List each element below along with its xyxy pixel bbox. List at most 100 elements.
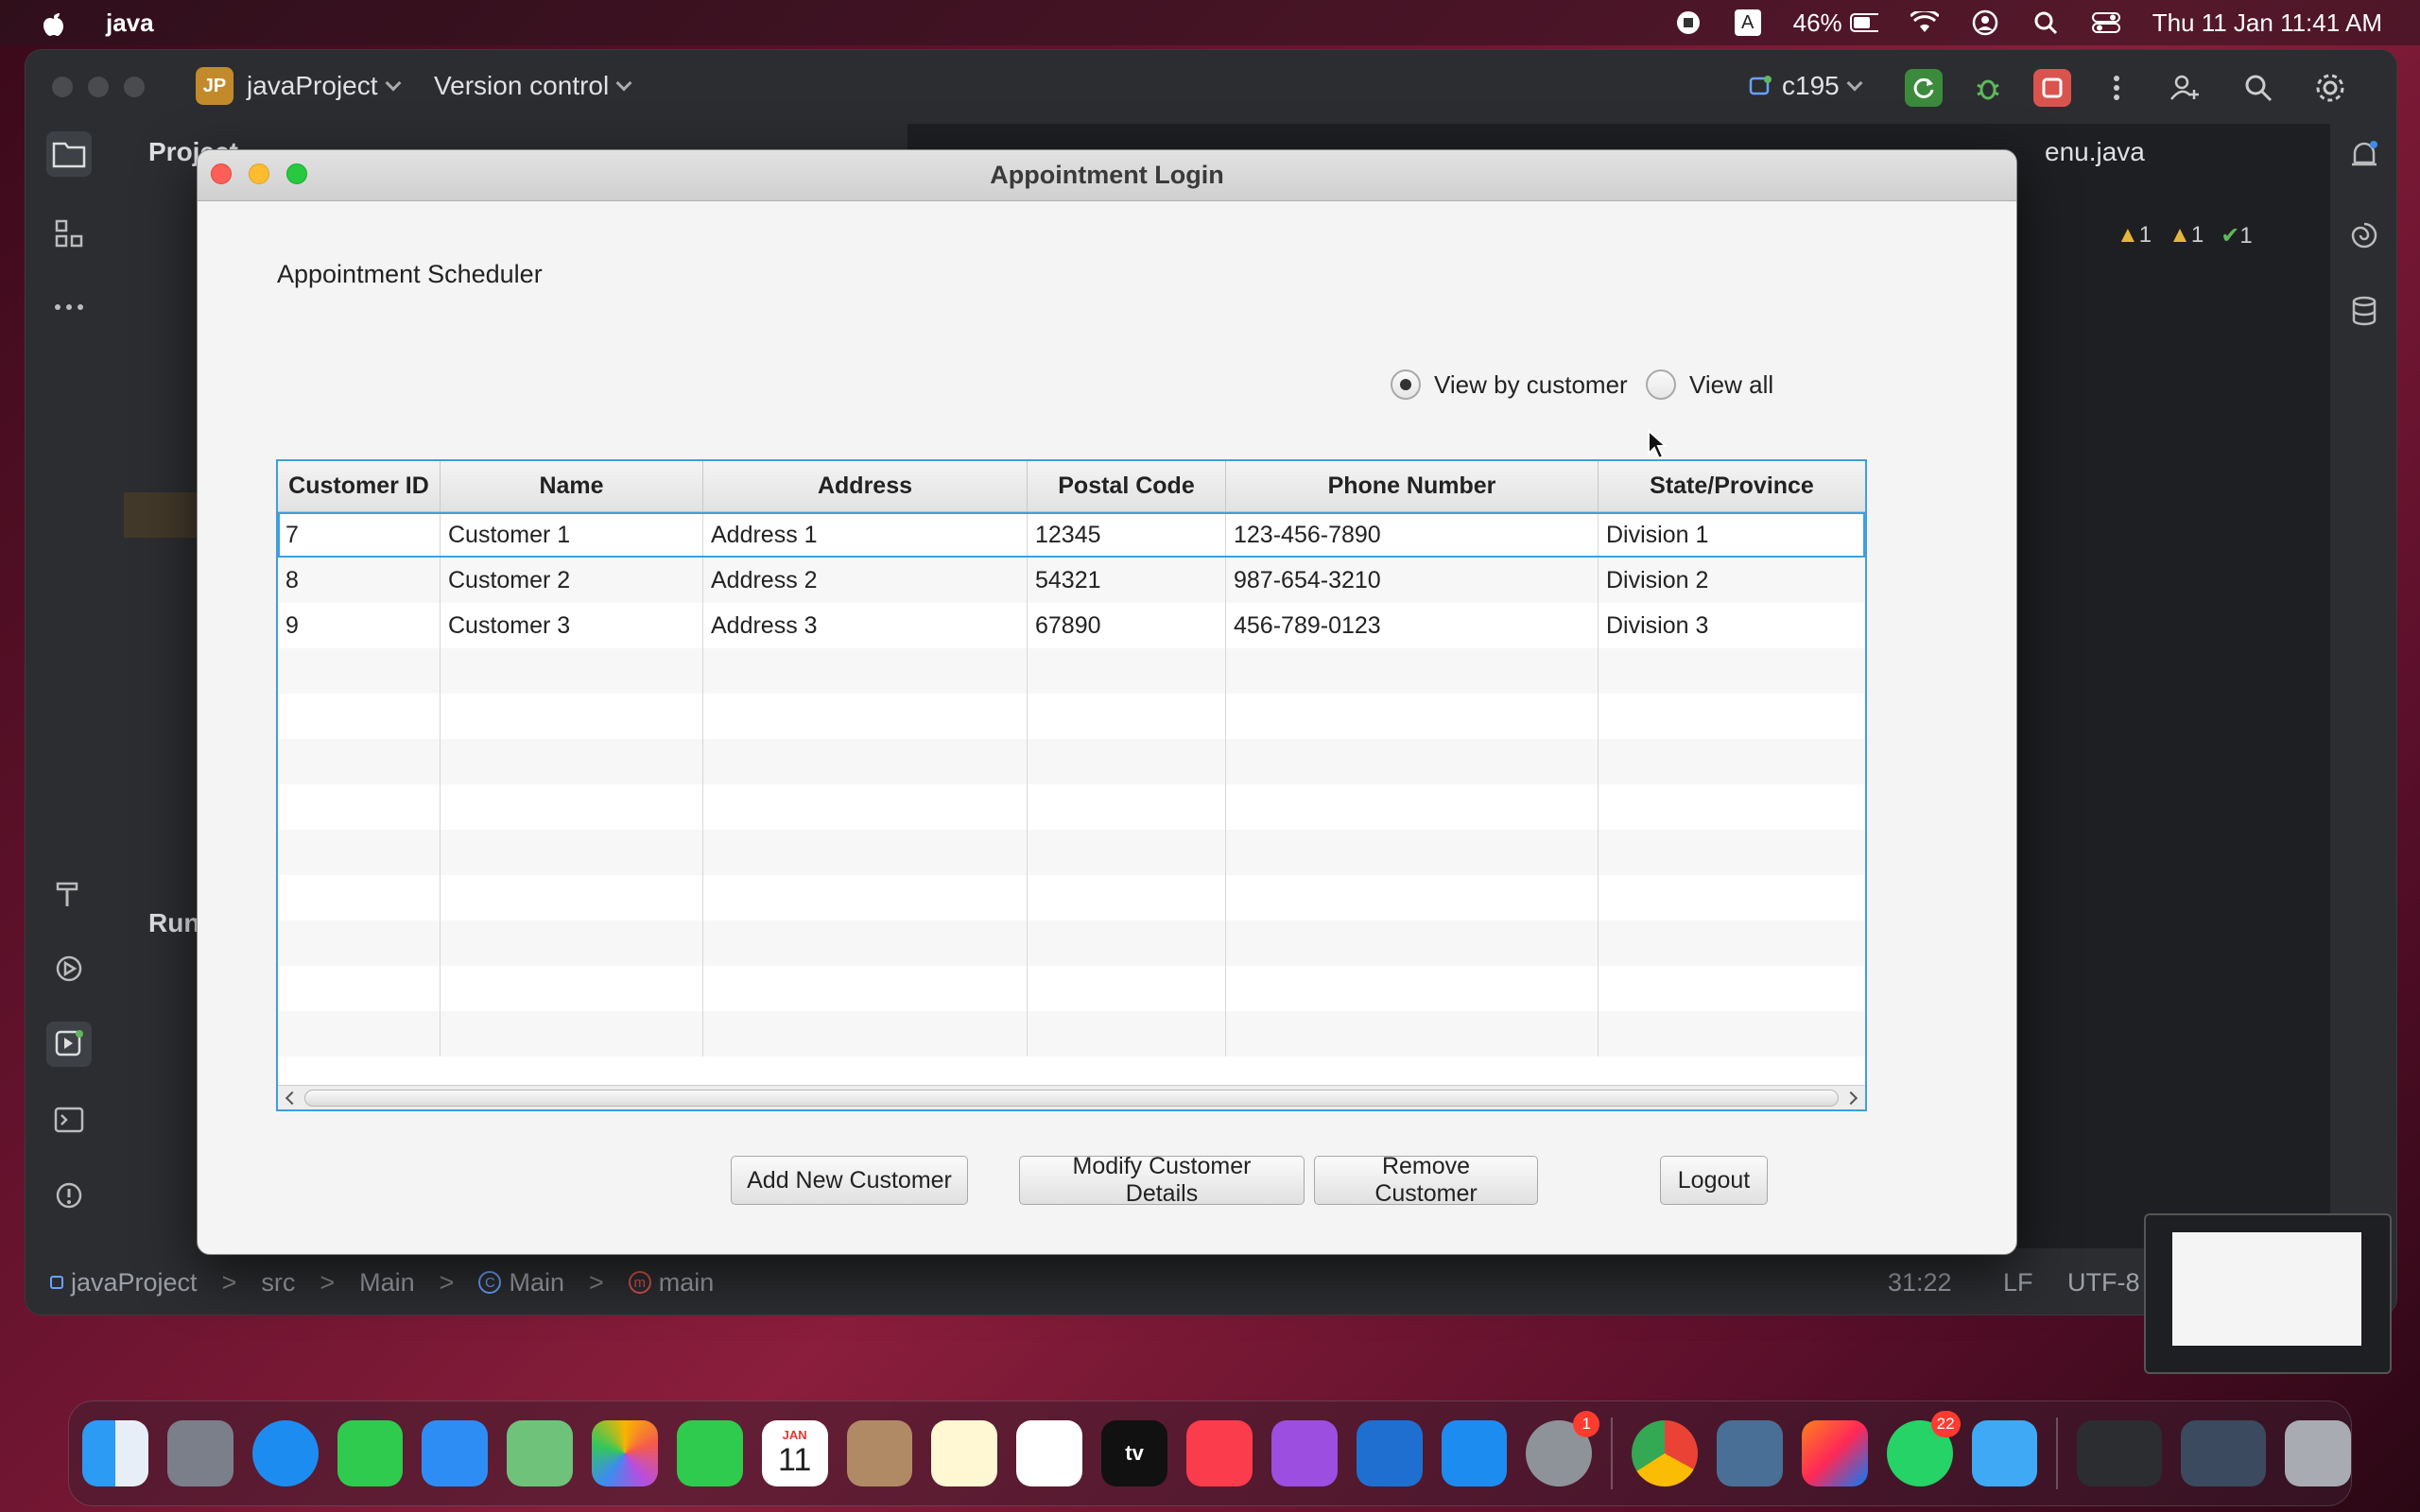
breadcrumb-class[interactable]: Main (509, 1268, 564, 1297)
safari-app-icon[interactable] (251, 1420, 319, 1486)
run-tool-button[interactable] (46, 1022, 92, 1067)
dialog-minimize-button[interactable] (249, 163, 269, 184)
cursor-position[interactable]: 31:22 (1888, 1268, 1952, 1297)
column-header-address[interactable]: Address (703, 461, 1028, 511)
spotlight-search-icon[interactable] (2031, 9, 2060, 36)
inspection-widget[interactable]: ▲1 ▲1 ✔1 (2117, 222, 2253, 249)
minimized-window-2[interactable] (2181, 1420, 2267, 1486)
remove-customer-button[interactable]: Remove Customer (1314, 1153, 1538, 1207)
breadcrumb-project[interactable]: javaProject (71, 1268, 198, 1297)
structure-tool-button[interactable] (46, 211, 92, 256)
control-center-icon[interactable] (2091, 9, 2120, 36)
more-actions-button[interactable] (2098, 69, 2135, 107)
trash-app-icon[interactable] (2285, 1420, 2351, 1486)
add-user-button[interactable] (2166, 69, 2204, 107)
ide-minimize-button[interactable] (88, 77, 109, 97)
rerun-button[interactable] (1905, 69, 1943, 107)
scroll-right-icon[interactable] (1843, 1091, 1858, 1106)
launchpad-app-icon[interactable] (166, 1420, 233, 1486)
line-separator[interactable]: LF (2003, 1268, 2033, 1297)
app-store-app-icon[interactable] (1441, 1420, 1508, 1486)
database-button[interactable] (2342, 288, 2387, 334)
project-selector[interactable]: javaProject (247, 71, 402, 101)
breadcrumb-src[interactable]: src (261, 1268, 295, 1297)
run-config-selector[interactable]: c195 (1748, 71, 1863, 101)
column-header-state[interactable]: State/Province (1599, 461, 1865, 511)
empty-table-row[interactable] (278, 966, 1865, 1011)
active-app-name[interactable]: java (106, 9, 154, 38)
empty-table-row[interactable] (278, 875, 1865, 920)
minimized-window-1[interactable] (2077, 1420, 2163, 1486)
editor-tab[interactable]: enu.java (2045, 137, 2145, 167)
table-row[interactable]: 9 Customer 3 Address 3 67890 456-789-0123 Div… (278, 603, 1865, 648)
empty-table-row[interactable] (278, 1011, 1865, 1057)
photos-app-icon[interactable] (592, 1420, 658, 1486)
radio-button-unchecked[interactable] (1646, 369, 1676, 400)
mysql-workbench-app-icon[interactable] (1717, 1420, 1783, 1486)
more-tools-button[interactable] (46, 284, 92, 330)
vscode-app-icon[interactable] (1356, 1420, 1423, 1486)
column-header-phone[interactable]: Phone Number (1226, 461, 1599, 511)
tv-app-icon[interactable]: tv (1101, 1420, 1167, 1486)
search-everywhere-button[interactable] (2239, 69, 2277, 107)
scrollbar-thumb[interactable] (304, 1090, 1839, 1107)
problems-tool-button[interactable] (46, 1173, 92, 1218)
breadcrumb-method[interactable]: main (659, 1268, 715, 1297)
horizontal-scrollbar[interactable] (278, 1085, 1865, 1109)
build-tool-button[interactable] (46, 870, 92, 916)
finder-app-icon[interactable] (82, 1420, 148, 1486)
window-preview-thumbnail[interactable] (2144, 1213, 2392, 1374)
logout-button[interactable]: Logout (1660, 1156, 1768, 1205)
notifications-button[interactable] (2342, 133, 2387, 179)
file-encoding[interactable]: UTF-8 (2067, 1268, 2140, 1297)
ide-zoom-button[interactable] (124, 77, 145, 97)
add-customer-button[interactable]: Add New Customer (731, 1156, 968, 1205)
maps-app-icon[interactable] (507, 1420, 574, 1486)
breadcrumb-package[interactable]: Main (359, 1268, 415, 1297)
empty-table-row[interactable] (278, 920, 1865, 966)
empty-table-row[interactable] (278, 784, 1865, 830)
screen-record-icon[interactable] (1674, 9, 1703, 36)
customer-table[interactable]: Customer ID Name Address Postal Code Pho… (276, 459, 1867, 1111)
dialog-zoom-button[interactable] (286, 163, 307, 184)
messages-app-icon[interactable] (337, 1420, 404, 1486)
system-settings-app-icon[interactable]: 1 (1526, 1411, 1600, 1486)
whatsapp-app-icon[interactable]: 22 (1886, 1411, 1961, 1486)
music-app-icon[interactable] (1185, 1420, 1253, 1486)
intellij-app-icon[interactable] (1801, 1420, 1868, 1486)
podcasts-app-icon[interactable] (1270, 1420, 1338, 1486)
user-account-icon[interactable] (1971, 9, 1999, 36)
dialog-title-bar[interactable]: Appointment Login (198, 150, 2016, 201)
view-all-radio[interactable]: View all (1646, 369, 1773, 400)
debug-button[interactable] (1969, 69, 2007, 107)
empty-table-row[interactable] (278, 830, 1865, 875)
empty-table-row[interactable] (278, 694, 1865, 739)
facetime-app-icon[interactable] (676, 1420, 743, 1486)
services-tool-button[interactable] (46, 946, 92, 991)
input-source-icon[interactable]: A (1734, 9, 1761, 36)
project-tool-button[interactable] (46, 131, 92, 177)
folder-app-icon[interactable] (1971, 1420, 2038, 1486)
empty-table-row[interactable] (278, 648, 1865, 694)
column-header-postal-code[interactable]: Postal Code (1028, 461, 1226, 511)
table-row[interactable]: 7 Customer 1 Address 1 12345 123-456-7890 Div… (278, 512, 1865, 558)
modify-customer-button[interactable]: Modify Customer Details (1019, 1153, 1305, 1207)
calendar-app-icon[interactable]: JAN 11 (761, 1420, 828, 1486)
view-by-customer-radio[interactable]: View by customer (1391, 369, 1628, 400)
apple-icon[interactable] (42, 9, 66, 37)
ide-close-button[interactable] (52, 77, 73, 97)
scroll-left-icon[interactable] (285, 1091, 300, 1106)
column-header-name[interactable]: Name (441, 461, 703, 511)
battery-icon[interactable] (1849, 9, 1878, 36)
reminders-app-icon[interactable] (1016, 1420, 1083, 1486)
project-badge[interactable]: JP (196, 67, 233, 105)
settings-button[interactable] (2311, 69, 2349, 107)
empty-table-row[interactable] (278, 739, 1865, 784)
ai-assistant-button[interactable] (2342, 213, 2387, 258)
wifi-icon[interactable] (1910, 9, 1939, 36)
chrome-app-icon[interactable] (1632, 1420, 1699, 1486)
dialog-close-button[interactable] (211, 163, 232, 184)
vcs-selector[interactable]: Version control (434, 71, 632, 101)
notes-app-icon[interactable] (931, 1420, 998, 1486)
table-row[interactable]: 8 Customer 2 Address 2 54321 987-654-3210 Div… (278, 558, 1865, 603)
